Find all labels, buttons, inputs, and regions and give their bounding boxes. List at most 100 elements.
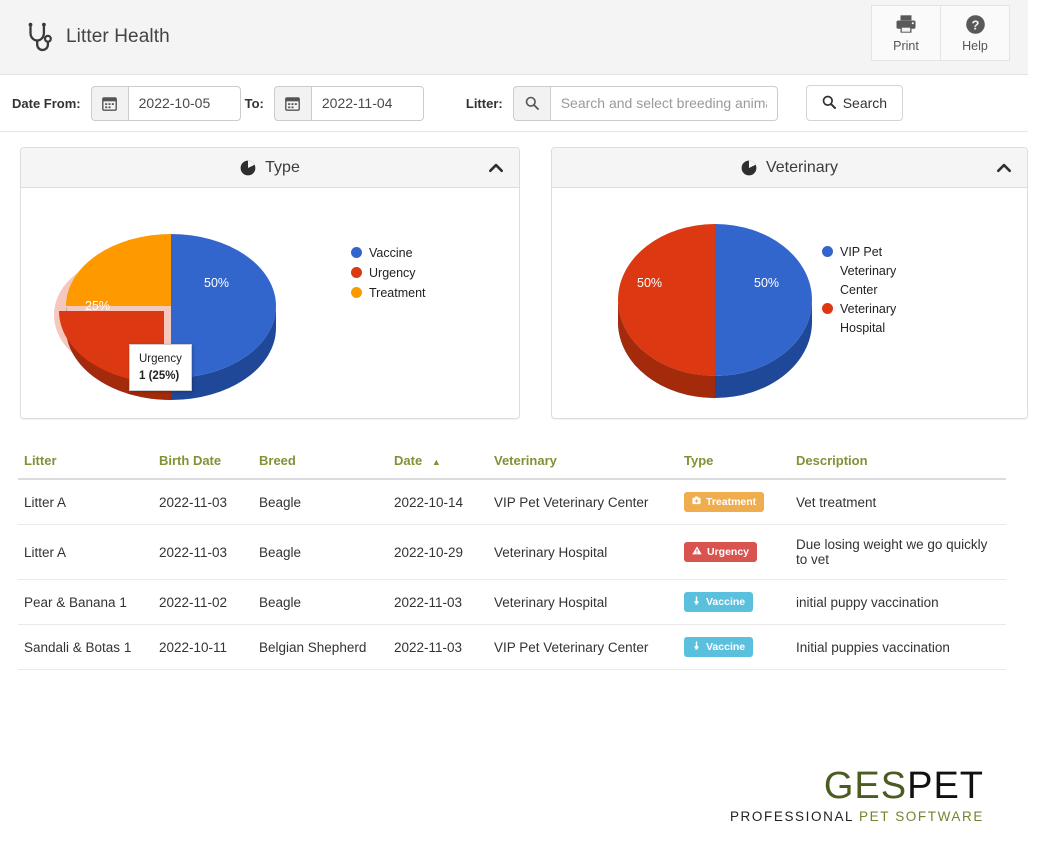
cell-breed: Beagle bbox=[253, 479, 388, 525]
cell-litter[interactable]: Pear & Banana 1 bbox=[18, 579, 153, 625]
chevron-up-icon[interactable] bbox=[995, 159, 1013, 182]
gespet-logo: GESPET PROFESSIONAL PET SOFTWARE bbox=[730, 767, 984, 824]
filter-bar: Date From: To: bbox=[0, 75, 1038, 132]
legend-label-vaccine: Vaccine bbox=[369, 246, 413, 260]
help-button[interactable]: ? Help bbox=[940, 5, 1010, 61]
calendar-icon[interactable] bbox=[273, 85, 311, 121]
tagline-professional: PROFESSIONAL bbox=[729, 809, 854, 824]
veterinary-legend: VIP Pet Veterinary Center Veterinary Hos… bbox=[822, 243, 918, 339]
type-pie-chart[interactable]: 50% 25% 25% bbox=[21, 188, 519, 418]
svg-text:25%: 25% bbox=[85, 225, 110, 239]
printer-icon bbox=[895, 13, 917, 35]
panel-type-header[interactable]: Type bbox=[21, 148, 519, 188]
tooltip-value: 1 (25%) bbox=[139, 369, 180, 382]
syringe-icon bbox=[692, 596, 701, 608]
scrollbar-track[interactable] bbox=[1028, 0, 1038, 842]
pie-chart-icon bbox=[240, 160, 256, 176]
table-body: Litter A 2022-11-03 Beagle 2022-10-14 VI… bbox=[18, 479, 1006, 670]
column-header-description[interactable]: Description bbox=[790, 445, 1006, 480]
tooltip-title: Urgency bbox=[139, 353, 182, 365]
results-table-area: Litter Birth Date Breed Date ▲ Veterinar… bbox=[0, 419, 1038, 670]
cell-litter[interactable]: Sandali & Botas 1 bbox=[18, 624, 153, 670]
cell-breed: Beagle bbox=[253, 524, 388, 580]
legend-swatch-veterinary-hospital bbox=[822, 303, 833, 315]
cell-description: Vet treatment bbox=[790, 479, 1006, 525]
calendar-icon[interactable] bbox=[90, 85, 128, 121]
page-title: Litter Health bbox=[66, 26, 170, 47]
legend-item[interactable]: Treatment bbox=[351, 284, 426, 303]
search-button-label: Search bbox=[842, 95, 888, 111]
panel-veterinary-body: 50% 50% VIP Pet Veterinary Center Veteri… bbox=[552, 188, 1027, 418]
column-header-type[interactable]: Type bbox=[678, 445, 790, 480]
legend-swatch-vaccine bbox=[351, 247, 362, 258]
legend-swatch-vip-pet-veterinary-center bbox=[822, 246, 833, 257]
syringe-icon bbox=[692, 641, 701, 653]
table-row[interactable]: Pear & Banana 1 2022-11-02 Beagle 2022-1… bbox=[18, 579, 1006, 625]
date-from-input[interactable] bbox=[127, 85, 241, 121]
legend-item[interactable]: Vaccine bbox=[351, 244, 426, 263]
column-header-birth-date[interactable]: Birth Date bbox=[153, 445, 253, 480]
panel-type: Type 50% 25% 25% Vaccine Urgency Treatme… bbox=[20, 147, 520, 419]
litter-search-input[interactable] bbox=[549, 85, 778, 121]
date-to-group bbox=[273, 85, 424, 121]
date-to-input[interactable] bbox=[310, 85, 424, 121]
badge-label: Vaccine bbox=[706, 595, 746, 608]
status-badge: Vaccine bbox=[684, 592, 754, 612]
cell-date: 2022-10-14 bbox=[388, 479, 488, 525]
cell-veterinary: Veterinary Hospital bbox=[488, 524, 678, 580]
cell-description: initial puppy vaccination bbox=[790, 579, 1006, 625]
column-header-date[interactable]: Date ▲ bbox=[388, 445, 488, 480]
cell-birth-date: 2022-11-03 bbox=[153, 479, 253, 525]
column-label-veterinary: Veterinary bbox=[494, 453, 557, 468]
column-label-birth-date: Birth Date bbox=[159, 453, 222, 468]
search-icon bbox=[822, 95, 836, 112]
results-table: Litter Birth Date Breed Date ▲ Veterinar… bbox=[18, 445, 1006, 670]
column-label-type: Type bbox=[684, 453, 714, 468]
litter-search-group bbox=[512, 85, 778, 121]
legend-item[interactable]: VIP Pet Veterinary Center bbox=[822, 243, 918, 299]
cell-date: 2022-11-03 bbox=[388, 624, 488, 670]
status-badge: Treatment bbox=[684, 492, 765, 512]
app-header: Litter Health Print ? Help bbox=[0, 0, 1038, 75]
legend-swatch-urgency bbox=[351, 266, 362, 278]
svg-text:25%: 25% bbox=[85, 299, 110, 313]
column-label-date: Date bbox=[394, 453, 423, 468]
panel-veterinary-header[interactable]: Veterinary bbox=[552, 148, 1027, 188]
legend-item[interactable]: Veterinary Hospital bbox=[822, 300, 918, 338]
table-row[interactable]: Litter A 2022-11-03 Beagle 2022-10-14 VI… bbox=[18, 479, 1006, 525]
table-row[interactable]: Litter A 2022-11-03 Beagle 2022-10-29 Ve… bbox=[18, 524, 1006, 580]
svg-text:50%: 50% bbox=[754, 276, 779, 290]
cell-type: Urgency bbox=[678, 524, 790, 580]
print-button[interactable]: Print bbox=[871, 5, 941, 61]
status-badge: Urgency bbox=[684, 542, 758, 562]
svg-text:?: ? bbox=[971, 17, 979, 32]
first-aid-kit-icon bbox=[692, 496, 701, 508]
cell-litter[interactable]: Litter A bbox=[18, 479, 153, 525]
chevron-up-icon[interactable] bbox=[487, 159, 505, 182]
brand: Litter Health bbox=[0, 20, 170, 54]
chart-tooltip: Urgency 1 (25%) bbox=[129, 344, 192, 392]
cell-veterinary: Veterinary Hospital bbox=[488, 579, 678, 625]
legend-label-veterinary-hospital: Veterinary Hospital bbox=[840, 302, 897, 335]
cell-type: Treatment bbox=[678, 479, 790, 525]
table-row[interactable]: Sandali & Botas 1 2022-10-11 Belgian She… bbox=[18, 624, 1006, 670]
warning-triangle-icon bbox=[692, 546, 702, 558]
column-header-litter[interactable]: Litter bbox=[18, 445, 153, 480]
column-label-litter: Litter bbox=[24, 453, 57, 468]
cell-veterinary: VIP Pet Veterinary Center bbox=[488, 479, 678, 525]
status-badge: Vaccine bbox=[684, 637, 754, 657]
veterinary-pie-chart[interactable]: 50% 50% bbox=[552, 188, 1027, 418]
legend-swatch-treatment bbox=[351, 286, 362, 298]
date-from-label: Date From: bbox=[12, 95, 81, 111]
legend-item[interactable]: Urgency bbox=[351, 264, 426, 283]
search-icon bbox=[512, 85, 550, 121]
column-header-breed[interactable]: Breed bbox=[253, 445, 388, 480]
search-button[interactable]: Search bbox=[805, 85, 904, 121]
column-header-veterinary[interactable]: Veterinary bbox=[488, 445, 678, 480]
logo-tagline: PROFESSIONAL PET SOFTWARE bbox=[730, 809, 984, 824]
date-from-group bbox=[90, 85, 241, 121]
cell-litter[interactable]: Litter A bbox=[18, 524, 153, 580]
question-circle-icon: ? bbox=[965, 13, 986, 35]
svg-text:50%: 50% bbox=[637, 276, 662, 290]
app-page: Litter Health Print ? Help Date From: 20… bbox=[0, 0, 1038, 842]
